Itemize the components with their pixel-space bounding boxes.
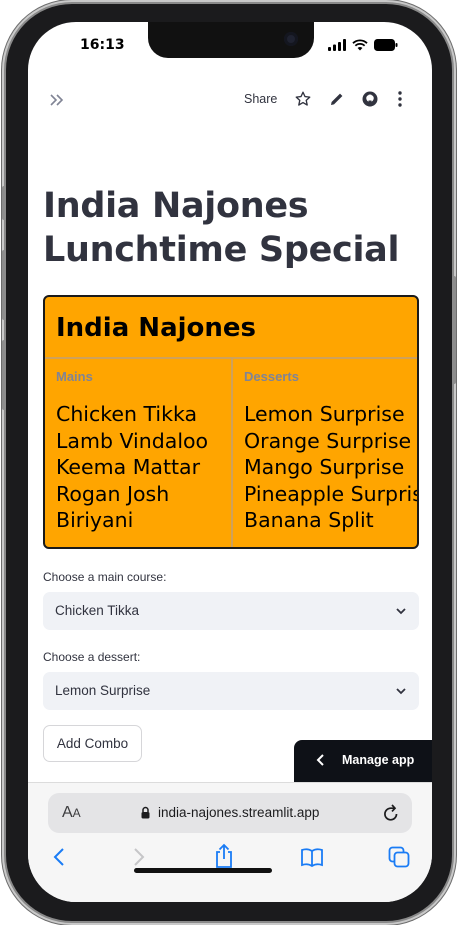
menu-item: Mango Surprise <box>244 455 405 479</box>
page-title: India Najones Lunchtime Special <box>43 186 400 270</box>
desserts-column: Desserts Lemon Surprise Orange Surprise … <box>231 359 417 547</box>
address-bar[interactable]: AA india-najones.streamlit.app <box>48 793 412 833</box>
lock-icon <box>141 806 150 819</box>
browser-toolbar: AA india-najones.streamlit.app <box>28 782 432 902</box>
mains-label: Mains <box>56 369 93 384</box>
chevron-down-icon <box>396 688 406 695</box>
dessert-label: Choose a dessert: <box>43 650 141 664</box>
chevron-left-icon <box>316 754 324 766</box>
desserts-label: Desserts <box>244 369 299 384</box>
menu-heading: India Najones <box>45 297 417 359</box>
status-time: 16:13 <box>80 37 125 53</box>
share-icon[interactable] <box>213 843 235 869</box>
signal-icon <box>328 39 346 51</box>
star-icon[interactable] <box>294 90 312 108</box>
forward-icon[interactable] <box>132 847 146 867</box>
reload-icon[interactable] <box>382 803 400 823</box>
home-indicator <box>134 868 272 873</box>
menu-item: Keema Mattar <box>56 455 201 479</box>
pencil-icon[interactable] <box>328 90 346 108</box>
main-course-label: Choose a main course: <box>43 570 167 584</box>
url-text: india-najones.streamlit.app <box>158 805 320 820</box>
text-size-button[interactable]: AA <box>62 804 81 822</box>
dessert-select[interactable]: Lemon Surprise <box>43 672 419 710</box>
main-course-value: Chicken Tikka <box>55 603 140 618</box>
menu-item: Chicken Tikka <box>56 402 198 426</box>
back-icon[interactable] <box>52 847 66 867</box>
menu-item: Lamb Vindaloo <box>56 428 209 453</box>
camera <box>284 32 298 46</box>
github-icon[interactable] <box>361 90 379 108</box>
tabs-icon[interactable] <box>388 846 410 868</box>
mains-column: Mains Chicken Tikka Lamb Vindaloo Keema … <box>45 359 231 547</box>
dessert-value: Lemon Surprise <box>55 683 151 698</box>
menu-card: India Najones Mains Chicken Tikka Lamb V… <box>43 295 419 549</box>
menu-item: Biriyani <box>56 508 134 532</box>
bookmarks-icon[interactable] <box>300 847 324 867</box>
status-icons <box>328 39 398 51</box>
screen: 16:13 Share India Najones Lunchtime Spec… <box>28 22 432 902</box>
chevron-down-icon <box>396 608 406 615</box>
menu-item: Orange Surprise <box>244 428 412 453</box>
menu-item: Banana Split <box>244 508 374 532</box>
vertical-dots-icon[interactable] <box>397 90 403 108</box>
app-header: Share <box>28 84 432 120</box>
side-button <box>2 250 6 320</box>
double-chevron-right-icon[interactable] <box>48 89 66 111</box>
battery-icon <box>374 39 398 51</box>
side-button <box>2 186 6 220</box>
share-button[interactable]: Share <box>244 92 277 106</box>
side-button <box>2 340 6 410</box>
menu-item: Pineapple Surprise <box>244 481 419 506</box>
manage-app-label: Manage app <box>342 753 415 767</box>
notch <box>148 22 314 58</box>
wifi-icon <box>352 39 368 51</box>
menu-columns: Mains Chicken Tikka Lamb Vindaloo Keema … <box>45 359 417 547</box>
menu-item: Lemon Surprise <box>244 402 405 426</box>
add-combo-button[interactable]: Add Combo <box>43 725 142 762</box>
side-button <box>452 276 456 384</box>
main-course-select[interactable]: Chicken Tikka <box>43 592 419 630</box>
menu-item: Rogan Josh <box>56 481 170 506</box>
manage-app-button[interactable]: Manage app <box>294 740 432 782</box>
